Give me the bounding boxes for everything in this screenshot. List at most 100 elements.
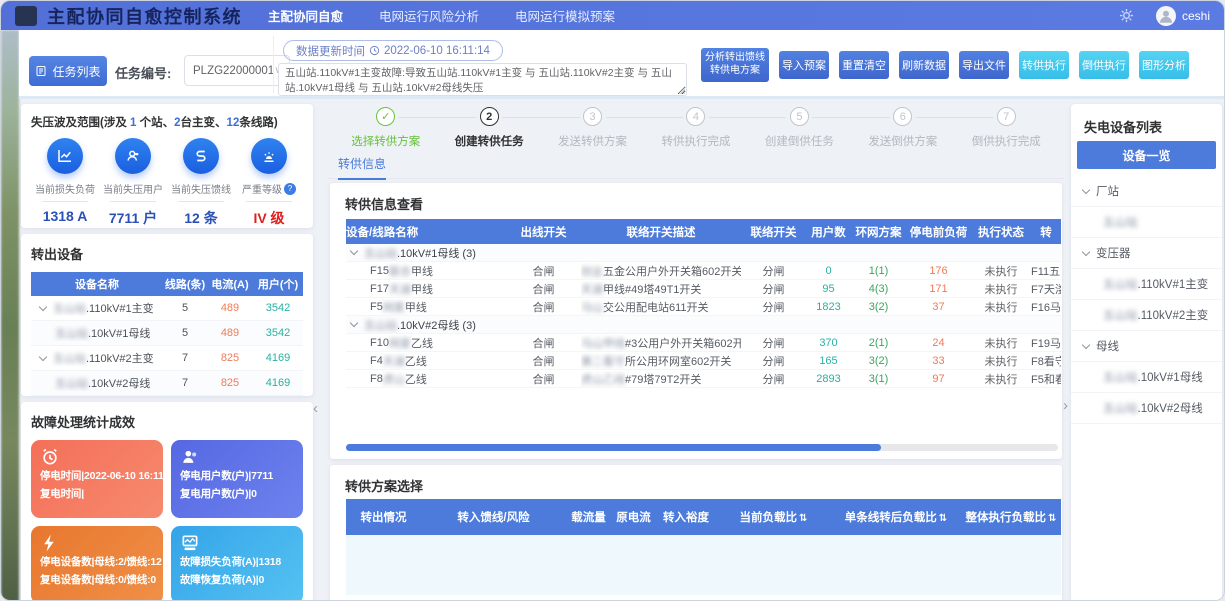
blurred-name: 网夏	[383, 299, 405, 315]
device-overview-header[interactable]: 设备一览	[1077, 141, 1216, 169]
tree-item[interactable]: 变压器	[1071, 238, 1222, 269]
lines-count: 5	[163, 302, 207, 314]
toolbar-action-button[interactable]: 倒供执行	[1079, 51, 1129, 79]
outlet-switch-state: 合闸	[506, 335, 581, 351]
toolbar-action-button[interactable]: 转供执行	[1019, 51, 1069, 79]
sortable-header[interactable]: 整体执行负载比⇅	[961, 509, 1061, 525]
tie-switch-desc: 交公用配电站611开关	[603, 302, 709, 314]
step-label: 倒供执行完成	[972, 133, 1041, 149]
users-count: 165	[806, 355, 851, 367]
task-list-button[interactable]: 任务列表	[29, 56, 107, 86]
tree-item[interactable]: 母线	[1071, 331, 1222, 362]
lines-count: 7	[163, 377, 207, 389]
data-update-time: 数据更新时间 2022-06-10 16:11:14	[283, 40, 503, 61]
tab-transfer-info[interactable]: 转供信息	[338, 155, 386, 180]
sort-icon[interactable]: ⇅	[1048, 513, 1056, 524]
step-number: 6	[893, 107, 912, 126]
step: ✓ 选择转供方案	[334, 107, 437, 153]
table-row[interactable]: F10网夏乙线 合闸 马山甲线#3公用户外开关箱602开关 分闸 370 2(1…	[346, 334, 1061, 352]
tree-item[interactable]: 五山站 .110kV#1主变	[1071, 269, 1222, 300]
line-name-suffix: 乙线	[405, 353, 427, 369]
table-row[interactable]: 五山站.10kV#2母线 (3)	[346, 316, 1061, 334]
tree-item[interactable]: 五山站 .10kV#1母线	[1071, 362, 1222, 393]
transfer-in-feeder: F11五	[1031, 263, 1061, 279]
outage-users-card: 停电用户数(户)|7711 复电用户数(户)|0	[171, 440, 303, 518]
toolbar-action-button[interactable]: 刷新数据	[899, 51, 949, 79]
stat-value: 1318 A	[43, 208, 88, 224]
ring-plan: 2(1)	[851, 337, 906, 349]
tie-switch-desc: #3公用户外开关箱602开关	[625, 338, 741, 350]
table-row[interactable]: F15联合甲线 合闸 创业五金公用户外开关箱602开关 分闸 0 1(1) 17…	[346, 262, 1061, 280]
chevron-down-icon[interactable]	[1082, 185, 1090, 193]
ring-plan: 3(2)	[851, 301, 906, 313]
users-count: 0	[806, 265, 851, 277]
step: 2 创建转供任务	[437, 107, 540, 153]
resize-handle[interactable]	[678, 87, 685, 94]
toolbar-action-button[interactable]: 分析转出馈线转供电方案	[701, 48, 769, 82]
nav-menu-item[interactable]: 电网运行模拟预案	[515, 6, 615, 25]
table-row[interactable]: 五山站.110kV#2主变 7 825 4169	[31, 346, 303, 371]
line-name-prefix: F17	[370, 283, 389, 295]
table-row[interactable]: 五山站.10kV#1母线 (3)	[346, 244, 1061, 262]
tree-item-label: 厂站	[1096, 183, 1119, 199]
sort-icon[interactable]: ⇅	[939, 513, 947, 524]
expand-right-handle[interactable]: ›	[1063, 398, 1068, 413]
sort-icon[interactable]: ⇅	[799, 513, 807, 524]
tree-item[interactable]: 五山站 .110kV#2主变	[1071, 300, 1222, 331]
fault-text-segment: 站.10kV#2母线失压	[392, 82, 483, 94]
tree-item[interactable]: 厂站	[1071, 176, 1222, 207]
scrollbar-thumb[interactable]	[346, 444, 881, 451]
current-value: 489	[207, 327, 253, 339]
users-count: 1823	[806, 301, 851, 313]
chevron-down-icon[interactable]	[350, 247, 358, 255]
toolbar-action-button[interactable]: 图形分析	[1139, 51, 1189, 79]
pre-outage-load: 171	[906, 283, 971, 295]
sortable-header[interactable]: 单条线转后负载比⇅	[831, 509, 961, 525]
tie-switch-desc: #79塔79T2开关	[625, 374, 701, 386]
exec-status: 未执行	[971, 281, 1031, 297]
toolbar-action-button[interactable]: 导入预案	[779, 51, 829, 79]
users-icon	[180, 447, 200, 467]
blurred-desc: 天湖	[581, 284, 603, 296]
user-menu[interactable]: ceshi	[1156, 6, 1210, 26]
tree-item-label: .110kV#1主变	[1138, 276, 1209, 292]
table-row[interactable]: F5网夏甲线 合闸 马山交公用配电站611开关 分闸 1823 3(2) 37 …	[346, 298, 1061, 316]
blurred-station-name: 五山站	[53, 350, 86, 366]
chevron-down-icon[interactable]	[39, 302, 47, 310]
chevron-down-icon[interactable]	[350, 319, 358, 327]
tree-item[interactable]: 五山站	[1071, 207, 1222, 238]
alarm-icon	[251, 138, 287, 174]
blurred-desc: 第二看守	[581, 356, 625, 368]
update-time-value: 2022-06-10 16:11:14	[384, 45, 490, 57]
toolbar-action-button[interactable]: 重置清空	[839, 51, 889, 79]
users-count: 2893	[806, 373, 851, 385]
collapse-left-handle[interactable]: ‹	[313, 401, 318, 416]
transfer-info-table: 设备/线路名称 出线开关 联络开关描述 联络开关 用户数 环网方案 停电前负荷 …	[346, 219, 1061, 388]
chevron-down-icon[interactable]	[1082, 247, 1090, 255]
tie-switch-desc: 甲线#49塔49T1开关	[603, 284, 701, 296]
table-row[interactable]: 五山站.10kV#2母线 7 825 4169	[31, 371, 303, 396]
table-row[interactable]: F4天湖乙线 合闸 第二看守所公用环网室602开关 分闸 165 3(2) 33…	[346, 352, 1061, 370]
table-row[interactable]: F8虎山乙线 合闸 虎山乙线#79塔79T2开关 分闸 2893 3(1) 97…	[346, 370, 1061, 388]
table-row[interactable]: F17天湖甲线 合闸 天湖甲线#49塔49T1开关 分闸 95 4(3) 171…	[346, 280, 1061, 298]
transfer-in-feeder: F19马	[1031, 335, 1061, 351]
blurred-station-name: 五山站	[1103, 400, 1138, 416]
fault-description-textarea[interactable]: 五山站.110kV#1主变故障:导致五山站.110kV#1主变 与 五山站.11…	[278, 63, 687, 96]
help-icon[interactable]: ?	[284, 183, 296, 195]
table-row[interactable]: 五山站.110kV#1主变 5 489 3542	[31, 296, 303, 321]
blurred-station-name: 五山站	[55, 325, 88, 341]
tree-item[interactable]: 五山站 .10kV#2母线	[1071, 393, 1222, 424]
toolbar-action-button[interactable]: 导出文件	[959, 51, 1009, 79]
gear-icon[interactable]	[1119, 8, 1134, 23]
toolbar: 任务列表 任务编号: PLZG22000001 ∨ 数据更新时间 2022-06…	[19, 30, 1225, 99]
tree-item-label: .110kV#2主变	[1138, 307, 1209, 323]
chevron-down-icon[interactable]	[1082, 340, 1090, 348]
nav-menu-item[interactable]: 电网运行风险分析	[379, 6, 479, 25]
sortable-header[interactable]: 当前负载比⇅	[716, 509, 831, 525]
horizontal-scrollbar[interactable]	[346, 444, 1058, 451]
task-no-select[interactable]: PLZG22000001 ∨	[184, 55, 290, 86]
nav-menu-item[interactable]: 主配协同自愈	[268, 6, 343, 25]
table-row[interactable]: 五山站.10kV#1母线 5 489 3542	[31, 321, 303, 346]
chevron-down-icon[interactable]	[39, 352, 47, 360]
stat-lost-load: 当前损失负荷 1318 A	[31, 138, 99, 228]
